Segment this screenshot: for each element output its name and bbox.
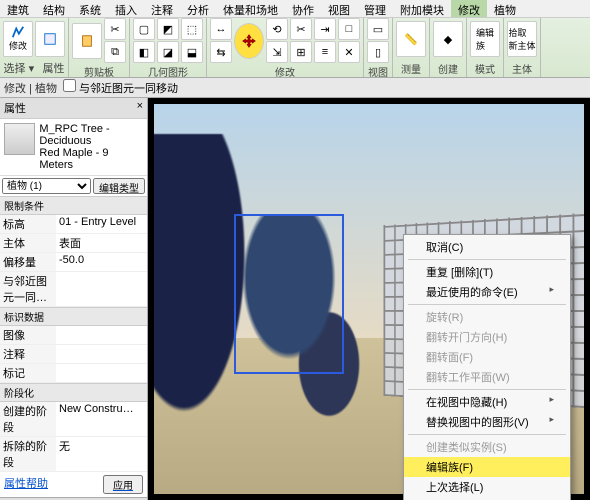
measure-tool[interactable]: 📏 bbox=[396, 21, 426, 57]
menu-视图[interactable]: 视图 bbox=[321, 0, 357, 17]
mod-4[interactable]: ⇲ bbox=[266, 41, 288, 63]
context-menu-item: 翻转面(F) bbox=[404, 347, 570, 367]
ribbon: 修改 选择 ▾ 属性 ✂ ⧉ 剪贴板 ▢◧ ◩◪ ⬚⬓ 几何图形 ↔⇆ ⟲⇲ ✂… bbox=[0, 18, 590, 78]
section-identity: 标识数据 bbox=[0, 307, 147, 326]
menu-协作[interactable]: 协作 bbox=[285, 0, 321, 17]
menu-体量和场地[interactable]: 体量和场地 bbox=[216, 0, 285, 17]
menu-植物[interactable]: 植物 bbox=[487, 0, 523, 17]
property-row[interactable]: 图像 bbox=[0, 326, 147, 345]
mod-7[interactable]: ⇥ bbox=[314, 18, 336, 40]
context-menu-item[interactable]: 取消(C) bbox=[404, 237, 570, 257]
family-name: M_RPC Tree -DeciduousRed Maple - 9 Meter… bbox=[39, 123, 143, 171]
close-icon[interactable]: × bbox=[137, 100, 143, 116]
family-thumbnail bbox=[4, 123, 35, 155]
property-row[interactable]: 主体表面 bbox=[0, 234, 147, 253]
geo-1[interactable]: ▢ bbox=[133, 18, 155, 40]
menubar: 建筑结构系统插入注释分析体量和场地协作视图管理附加模块修改植物 bbox=[0, 0, 590, 18]
context-menu-item[interactable]: 重复 [删除](T) bbox=[404, 262, 570, 282]
apply-button[interactable]: 应用 bbox=[103, 475, 143, 494]
option-tab-label: 修改 | 植物 bbox=[4, 80, 57, 96]
geo-3[interactable]: ◩ bbox=[157, 18, 179, 40]
edit-type-button[interactable]: 编辑类型 bbox=[93, 178, 145, 194]
section-constraints: 限制条件 bbox=[0, 196, 147, 215]
pick-host-tool[interactable]: 拾取 新主体 bbox=[507, 21, 537, 57]
mod-2[interactable]: ⇆ bbox=[210, 41, 232, 63]
context-menu-item[interactable]: 编辑族(F) bbox=[404, 457, 570, 477]
left-panel: 属性× M_RPC Tree -DeciduousRed Maple - 9 M… bbox=[0, 98, 148, 500]
geo-5[interactable]: ⬚ bbox=[181, 18, 203, 40]
move-tool[interactable] bbox=[234, 23, 264, 59]
edit-family-tool[interactable]: 编辑 族 bbox=[470, 21, 500, 57]
properties-panel-title: 属性× bbox=[0, 98, 147, 119]
mod-8[interactable]: ≡ bbox=[314, 41, 336, 63]
property-row[interactable]: 注释 bbox=[0, 345, 147, 364]
context-menu-item: 创建类似实例(S) bbox=[404, 437, 570, 457]
properties-help-link[interactable]: 属性帮助 bbox=[4, 475, 48, 494]
mod-1[interactable]: ↔ bbox=[210, 18, 232, 40]
modify-tool[interactable]: 修改 bbox=[3, 21, 33, 57]
context-menu-item[interactable]: 上次选择(L) bbox=[404, 477, 570, 497]
menu-管理[interactable]: 管理 bbox=[357, 0, 393, 17]
context-menu-item: 翻转开门方向(H) bbox=[404, 327, 570, 347]
context-menu-item: 旋转(R) bbox=[404, 307, 570, 327]
property-row[interactable]: 与邻近图元一同… bbox=[0, 272, 147, 307]
view-2[interactable]: ▯ bbox=[367, 41, 389, 63]
mod-3[interactable]: ⟲ bbox=[266, 18, 288, 40]
context-menu-item[interactable]: 在视图中隐藏(H) bbox=[404, 392, 570, 412]
section-phase: 阶段化 bbox=[0, 383, 147, 402]
move-with-nearby-checkbox[interactable]: 与邻近图元一同移动 bbox=[63, 79, 178, 96]
property-row[interactable]: 创建的阶段New Constru… bbox=[0, 402, 147, 437]
property-row[interactable]: 标高01 - Entry Level bbox=[0, 215, 147, 234]
menu-结构[interactable]: 结构 bbox=[36, 0, 72, 17]
menu-分析[interactable]: 分析 bbox=[180, 0, 216, 17]
option-bar: 修改 | 植物 与邻近图元一同移动 bbox=[0, 78, 590, 98]
geo-6[interactable]: ⬓ bbox=[181, 41, 203, 63]
mod-10[interactable]: ✕ bbox=[338, 41, 360, 63]
context-menu-item[interactable]: 替换视图中的图形(V) bbox=[404, 412, 570, 432]
property-row[interactable]: 拆除的阶段无 bbox=[0, 437, 147, 472]
create-tool[interactable]: ◆ bbox=[433, 21, 463, 57]
mod-5[interactable]: ✂ bbox=[290, 18, 312, 40]
mod-6[interactable]: ⊞ bbox=[290, 41, 312, 63]
context-menu: 取消(C)重复 [删除](T)最近使用的命令(E)旋转(R)翻转开门方向(H)翻… bbox=[403, 234, 571, 500]
property-row[interactable]: 偏移量-50.0 bbox=[0, 253, 147, 272]
menu-注释[interactable]: 注释 bbox=[144, 0, 180, 17]
copy-tool[interactable]: ⧉ bbox=[104, 41, 126, 63]
context-menu-item[interactable]: 最近使用的命令(E) bbox=[404, 282, 570, 302]
geo-2[interactable]: ◧ bbox=[133, 41, 155, 63]
category-select[interactable]: 植物 (1) bbox=[2, 178, 91, 194]
mod-9[interactable]: □ bbox=[338, 18, 360, 40]
selected-tree[interactable] bbox=[234, 214, 344, 374]
menu-修改[interactable]: 修改 bbox=[451, 0, 487, 17]
cut-tool[interactable]: ✂ bbox=[104, 18, 126, 40]
menu-插入[interactable]: 插入 bbox=[108, 0, 144, 17]
geo-4[interactable]: ◪ bbox=[157, 41, 179, 63]
view-1[interactable]: ▭ bbox=[367, 18, 389, 40]
properties-tool[interactable] bbox=[35, 21, 65, 57]
viewport[interactable]: 取消(C)重复 [删除](T)最近使用的命令(E)旋转(R)翻转开门方向(H)翻… bbox=[148, 98, 590, 500]
menu-系统[interactable]: 系统 bbox=[72, 0, 108, 17]
context-menu-item: 翻转工作平面(W) bbox=[404, 367, 570, 387]
paste-tool[interactable] bbox=[72, 23, 102, 59]
menu-附加模块[interactable]: 附加模块 bbox=[393, 0, 451, 17]
menu-建筑[interactable]: 建筑 bbox=[0, 0, 36, 17]
property-row[interactable]: 标记 bbox=[0, 364, 147, 383]
